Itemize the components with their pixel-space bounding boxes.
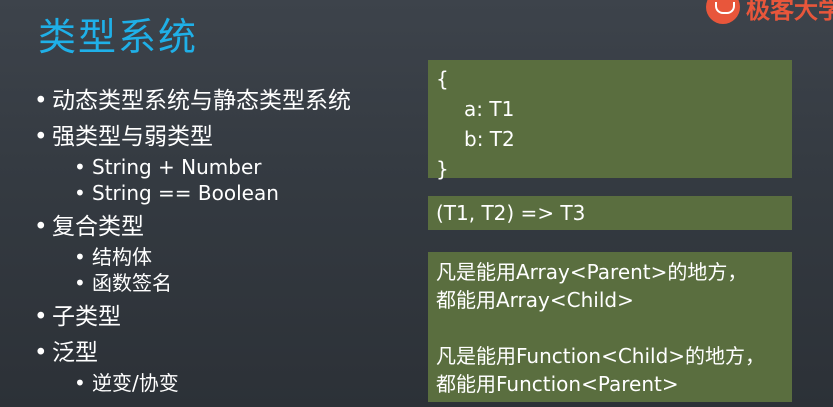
bullet-dot-icon: • — [74, 181, 86, 205]
bullet-dot-icon: • — [34, 214, 48, 240]
sub-bullet-label: 逆变/协变 — [92, 371, 179, 395]
logo-text: 极客大学 — [746, 0, 833, 24]
sub-bullet-label: String == Boolean — [92, 181, 279, 205]
function-signature: (T1, T2) => T3 — [436, 201, 586, 225]
bullet-item: • 复合类型 — [34, 212, 144, 242]
bullet-label: 泛型 — [52, 340, 98, 366]
bullet-item: • 动态类型系统与静态类型系统 — [34, 86, 351, 116]
bullet-dot-icon: • — [34, 340, 48, 366]
sub-bullet-label: String + Number — [92, 155, 262, 179]
sub-bullet-item: • 函数签名 — [74, 270, 172, 296]
brace-open: { — [436, 67, 449, 91]
covariance-rule-line2: 都能用Array<Child> — [436, 288, 634, 312]
bullet-label: 动态类型系统与静态类型系统 — [52, 88, 351, 114]
function-signature-box: (T1, T2) => T3 — [428, 196, 792, 230]
bullet-dot-icon: • — [74, 271, 86, 295]
contravariance-rule-line2: 都能用Function<Parent> — [436, 372, 679, 396]
bullet-item: • 子类型 — [34, 302, 121, 332]
bullet-item: • 强类型与弱类型 — [34, 122, 213, 152]
bullet-dot-icon: • — [74, 245, 86, 269]
sub-bullet-item: • String == Boolean — [74, 180, 279, 206]
brand-logo: 极客大学 — [706, 0, 833, 24]
bullet-dot-icon: • — [74, 155, 86, 179]
bullet-item: • 泛型 — [34, 338, 98, 368]
logo-mark-icon — [706, 0, 740, 24]
sub-bullet-item: • 结构体 — [74, 244, 152, 270]
bullet-dot-icon: • — [34, 124, 48, 150]
bullet-dot-icon: • — [74, 371, 86, 395]
bullet-dot-icon: • — [34, 304, 48, 330]
sub-bullet-label: 结构体 — [92, 245, 152, 269]
sub-bullet-item: • String + Number — [74, 154, 262, 180]
bullet-label: 复合类型 — [52, 214, 144, 240]
variance-rule-box: 凡是能用Array<Parent>的地方， 都能用Array<Child> 凡是… — [428, 252, 792, 402]
sub-bullet-label: 函数签名 — [92, 271, 172, 295]
field-a: a: T1 — [464, 97, 515, 121]
bullet-label: 强类型与弱类型 — [52, 124, 213, 150]
covariance-rule-line1: 凡是能用Array<Parent>的地方， — [436, 260, 748, 284]
bullet-label: 子类型 — [52, 304, 121, 330]
struct-type-box: { a: T1 b: T2 } — [428, 60, 792, 181]
field-b: b: T2 — [464, 127, 515, 151]
slide-title: 类型系统 — [38, 15, 199, 59]
sub-bullet-item: • 逆变/协变 — [74, 370, 179, 396]
contravariance-rule-line1: 凡是能用Function<Child>的地方， — [436, 344, 766, 368]
bullet-dot-icon: • — [34, 88, 48, 114]
brace-close: } — [436, 157, 449, 181]
